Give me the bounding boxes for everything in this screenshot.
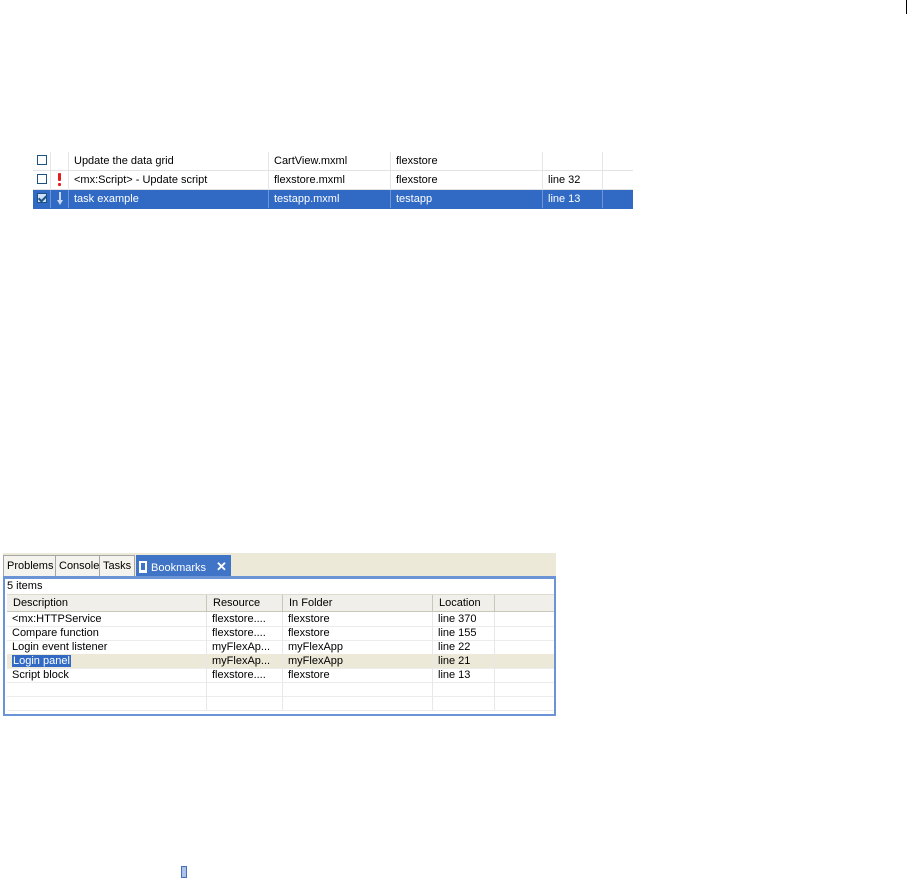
tab-bookmarks-label: Bookmarks bbox=[151, 562, 207, 574]
bookmark-row[interactable]: Compare function flexstore.... flexstore… bbox=[7, 626, 554, 641]
column-header-location[interactable]: Location bbox=[433, 595, 495, 611]
bookmark-empty-cell bbox=[495, 626, 554, 640]
bookmark-description: <mx:HTTPService bbox=[7, 612, 207, 626]
empty-row bbox=[7, 682, 554, 697]
bookmark-empty-cell bbox=[495, 668, 554, 682]
bookmark-row-highlighted[interactable]: Login panel myFlexAp... myFlexApp line 2… bbox=[7, 654, 554, 669]
task-location: line 13 bbox=[543, 190, 603, 208]
tab-bookmarks[interactable]: Bookmarks ✕ bbox=[136, 555, 231, 576]
task-checkbox-checked[interactable] bbox=[37, 193, 47, 203]
column-header-empty bbox=[495, 595, 554, 611]
priority-cell bbox=[51, 190, 69, 208]
task-row[interactable]: Update the data grid CartView.mxml flexs… bbox=[33, 152, 633, 171]
empty-row bbox=[7, 696, 554, 711]
bookmark-location: line 155 bbox=[433, 626, 495, 640]
empty-cell bbox=[283, 696, 433, 710]
low-priority-icon bbox=[57, 192, 63, 206]
task-folder: flexstore bbox=[391, 171, 543, 189]
bookmark-description: Script block bbox=[7, 668, 207, 682]
bookmark-folder: myFlexApp bbox=[283, 654, 433, 668]
table-header: Description Resource In Folder Location bbox=[7, 594, 554, 612]
empty-cell bbox=[495, 682, 554, 696]
bookmark-row[interactable]: <mx:HTTPService flexstore.... flexstore … bbox=[7, 612, 554, 627]
task-location bbox=[543, 152, 603, 170]
empty-cell bbox=[7, 696, 207, 710]
item-count: 5 items bbox=[7, 580, 43, 592]
task-folder: flexstore bbox=[391, 152, 543, 170]
bookmark-empty-cell bbox=[495, 654, 554, 668]
task-checkbox[interactable] bbox=[37, 174, 47, 184]
task-resource: CartView.mxml bbox=[269, 152, 391, 170]
task-checkbox-cell[interactable] bbox=[33, 171, 51, 189]
bookmark-description-selected[interactable]: Login panel bbox=[12, 655, 71, 667]
bookmark-folder: flexstore bbox=[283, 612, 433, 626]
bookmarks-view: 5 items Description Resource In Folder L… bbox=[3, 579, 556, 716]
task-row-selected[interactable]: task example testapp.mxml testapp line 1… bbox=[33, 190, 633, 209]
task-empty-cell bbox=[603, 152, 633, 170]
bookmark-folder: myFlexApp bbox=[283, 640, 433, 654]
task-empty-cell bbox=[603, 171, 633, 189]
bookmark-icon bbox=[139, 561, 147, 573]
bookmark-description: Login event listener bbox=[7, 640, 207, 654]
task-row[interactable]: <mx:Script> - Update script flexstore.mx… bbox=[33, 171, 633, 190]
task-checkbox[interactable] bbox=[37, 155, 47, 165]
bookmark-icon bbox=[181, 866, 187, 878]
task-description: <mx:Script> - Update script bbox=[69, 171, 269, 189]
bookmark-resource: myFlexAp... bbox=[207, 640, 283, 654]
priority-cell bbox=[51, 171, 69, 189]
high-priority-icon bbox=[57, 173, 62, 187]
close-icon[interactable]: ✕ bbox=[216, 556, 227, 577]
empty-cell bbox=[207, 682, 283, 696]
bookmark-location: line 21 bbox=[433, 654, 495, 668]
page-edge-mark bbox=[906, 0, 907, 14]
column-header-resource[interactable]: Resource bbox=[207, 595, 283, 611]
tab-problems[interactable]: Problems bbox=[3, 555, 58, 576]
task-description: task example bbox=[69, 190, 269, 208]
bookmark-location: line 13 bbox=[433, 668, 495, 682]
task-checkbox-cell[interactable] bbox=[33, 152, 51, 170]
task-resource: testapp.mxml bbox=[269, 190, 391, 208]
bookmark-location: line 370 bbox=[433, 612, 495, 626]
bookmark-description: Login panel bbox=[7, 654, 207, 668]
tab-console[interactable]: Console bbox=[55, 555, 104, 576]
empty-cell bbox=[283, 682, 433, 696]
task-location: line 32 bbox=[543, 171, 603, 189]
priority-cell bbox=[51, 152, 69, 170]
empty-cell bbox=[495, 696, 554, 710]
bookmark-row[interactable]: Login event listener myFlexAp... myFlexA… bbox=[7, 640, 554, 655]
bookmark-folder: flexstore bbox=[283, 668, 433, 682]
bookmark-description: Compare function bbox=[7, 626, 207, 640]
view-tab-strip: Problems Console Tasks Bookmarks ✕ bbox=[3, 553, 556, 579]
column-header-description[interactable]: Description bbox=[7, 595, 207, 611]
bookmark-resource: myFlexAp... bbox=[207, 654, 283, 668]
bookmark-resource: flexstore.... bbox=[207, 626, 283, 640]
bookmark-row[interactable]: Script block flexstore.... flexstore lin… bbox=[7, 668, 554, 683]
column-header-folder[interactable]: In Folder bbox=[283, 595, 433, 611]
bookmark-folder: flexstore bbox=[283, 626, 433, 640]
tab-tasks[interactable]: Tasks bbox=[99, 555, 136, 576]
bookmark-empty-cell bbox=[495, 612, 554, 626]
task-description: Update the data grid bbox=[69, 152, 269, 170]
task-resource: flexstore.mxml bbox=[269, 171, 391, 189]
task-folder: testapp bbox=[391, 190, 543, 208]
empty-cell bbox=[207, 696, 283, 710]
bookmarks-panel: Problems Console Tasks Bookmarks ✕ 5 item… bbox=[3, 553, 556, 716]
bookmark-location: line 22 bbox=[433, 640, 495, 654]
bookmark-resource: flexstore.... bbox=[207, 612, 283, 626]
task-checkbox-cell[interactable] bbox=[33, 190, 51, 208]
bookmark-resource: flexstore.... bbox=[207, 668, 283, 682]
empty-cell bbox=[433, 696, 495, 710]
task-empty-cell bbox=[603, 190, 633, 208]
bookmark-empty-cell bbox=[495, 640, 554, 654]
empty-cell bbox=[7, 682, 207, 696]
empty-cell bbox=[433, 682, 495, 696]
